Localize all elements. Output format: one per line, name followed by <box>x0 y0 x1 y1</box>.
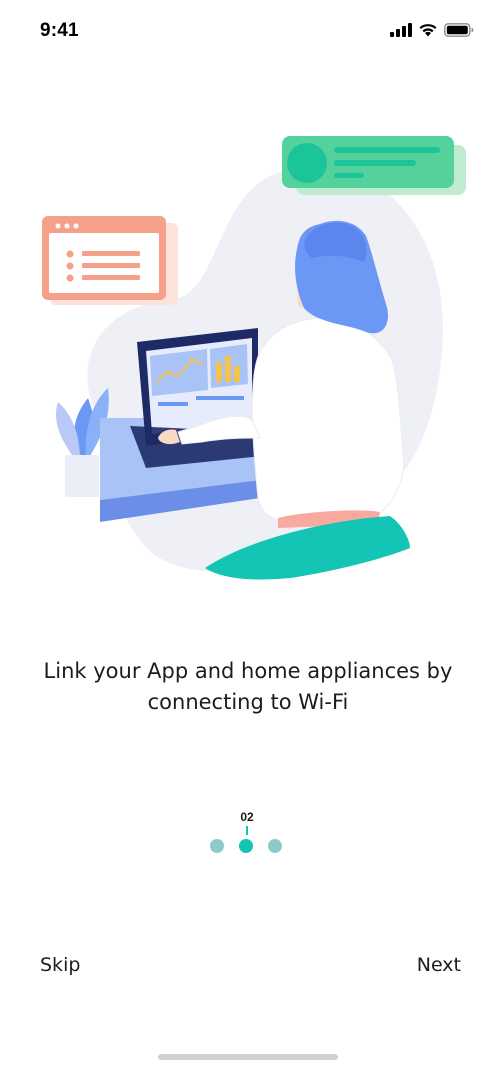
next-button[interactable]: Next <box>417 954 461 976</box>
page-dot-3[interactable] <box>268 839 282 853</box>
caption-line-1: Link your App and home appliances by <box>43 659 453 683</box>
laptop-graphic <box>130 328 262 468</box>
status-icons <box>390 22 474 37</box>
page-dot-1[interactable] <box>210 839 224 853</box>
battery-icon <box>444 22 474 37</box>
page-indicator-tick <box>246 826 248 835</box>
skip-button[interactable]: Skip <box>40 954 80 976</box>
onboarding-illustration <box>42 136 466 580</box>
wifi-icon <box>419 24 437 37</box>
notification-card-graphic <box>282 136 466 195</box>
onboarding-screen: 9:41 Link your App and home appliances b… <box>0 0 496 1070</box>
page-indicator <box>210 839 282 853</box>
signal-bars-icon <box>390 22 412 37</box>
caption-line-2: connecting to Wi-Fi <box>147 690 349 714</box>
page-number: 02 <box>240 810 254 824</box>
onboarding-caption: Link your App and home appliances by con… <box>20 656 476 718</box>
status-bar: 9:41 <box>0 0 496 64</box>
page-dot-2-active[interactable] <box>239 839 253 853</box>
browser-window-graphic <box>42 216 178 305</box>
home-indicator[interactable] <box>158 1054 338 1060</box>
status-time: 9:41 <box>40 20 79 41</box>
